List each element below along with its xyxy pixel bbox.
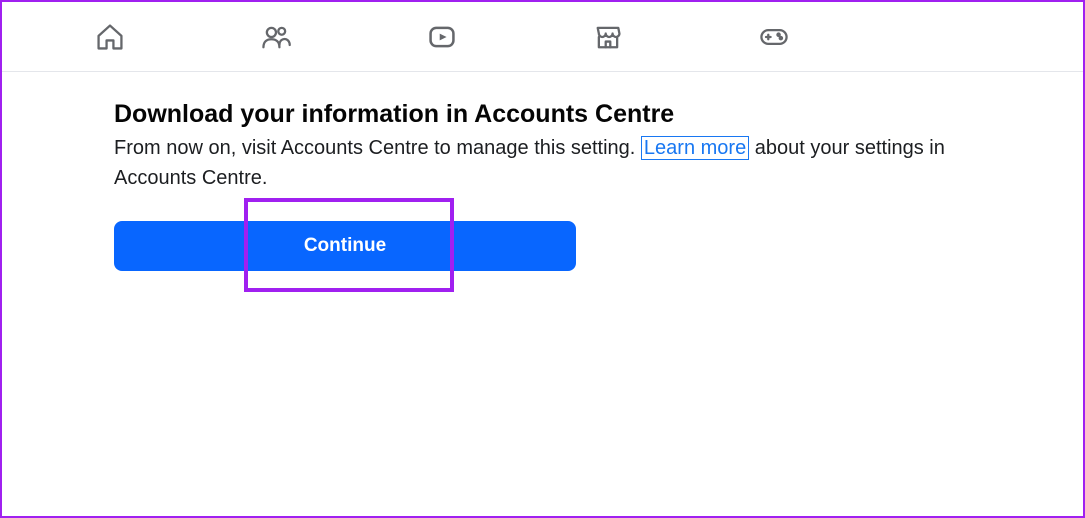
top-nav — [2, 2, 1083, 72]
gaming-icon[interactable] — [756, 19, 792, 55]
home-icon[interactable] — [92, 19, 128, 55]
button-wrap: Continue — [114, 221, 576, 271]
friends-icon[interactable] — [258, 19, 294, 55]
main-content: Download your information in Accounts Ce… — [2, 72, 952, 271]
marketplace-icon[interactable] — [590, 19, 626, 55]
video-icon[interactable] — [424, 19, 460, 55]
continue-button[interactable]: Continue — [114, 221, 576, 271]
desc-text-before: From now on, visit Accounts Centre to ma… — [114, 137, 641, 159]
page-title: Download your information in Accounts Ce… — [114, 100, 952, 129]
page-description: From now on, visit Accounts Centre to ma… — [114, 133, 952, 193]
learn-more-link[interactable]: Learn more — [641, 136, 749, 160]
